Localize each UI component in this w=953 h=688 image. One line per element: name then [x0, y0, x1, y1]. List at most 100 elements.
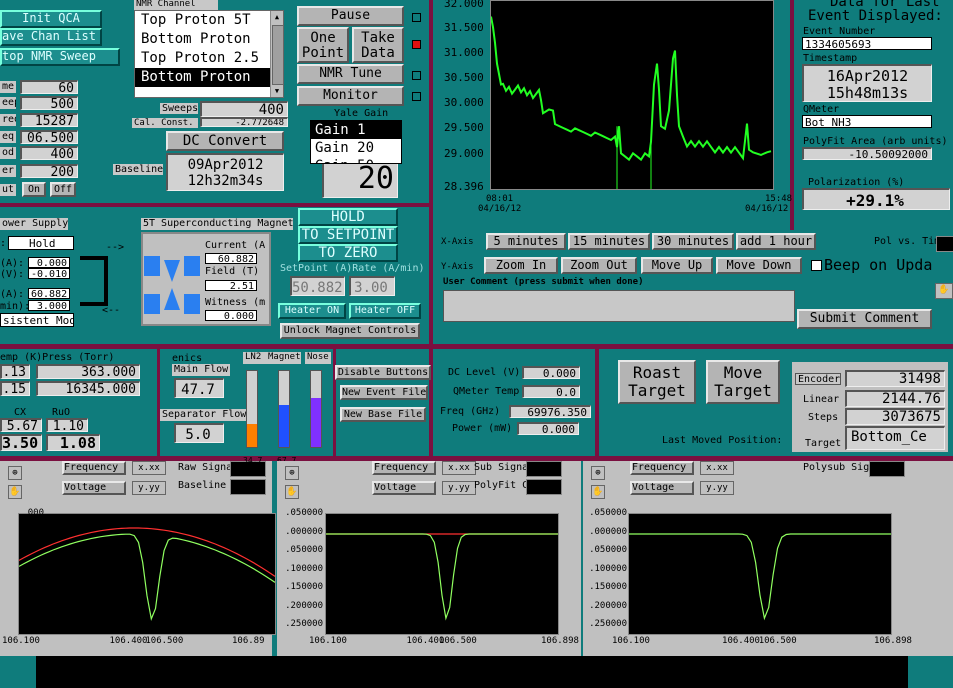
ps-mode-field[interactable]: Hold	[8, 236, 74, 250]
heater-off-button[interactable]: Heater OFF	[349, 303, 421, 319]
voltage-button[interactable]: Voltage	[372, 481, 436, 495]
nose-fill	[311, 397, 321, 447]
take-data-indicator	[412, 40, 421, 49]
x-scale-icon[interactable]: x.xx	[132, 461, 166, 475]
x-axis-button[interactable]: 30 minutes	[652, 233, 734, 250]
polarization-trace	[490, 16, 772, 162]
y-scale-icon[interactable]: y.yy	[700, 481, 734, 495]
frequency-button[interactable]: Frequency	[62, 461, 126, 475]
strip-y-tick: 29.000	[444, 147, 484, 160]
y-scale-icon[interactable]: y.yy	[442, 481, 476, 495]
new-event-file-button[interactable]: New Event File	[340, 385, 428, 400]
hand-icon[interactable]: ✋	[935, 283, 953, 299]
roast-target-button[interactable]: Roast Target	[618, 360, 696, 404]
plot-x-tick: 106.89	[232, 636, 265, 646]
param-field[interactable]: 15287	[20, 113, 78, 127]
baseline-time: 12h32m34s	[187, 173, 264, 189]
plot-top-tick: 34.7	[243, 456, 263, 465]
frequency-button[interactable]: Frequency	[630, 461, 694, 475]
persistent-mode-field[interactable]: sistent Mode	[0, 313, 74, 327]
init-qca-button[interactable]: Init QCA	[0, 10, 102, 28]
new-base-file-button[interactable]: New Base File	[340, 407, 426, 422]
y-scale-icon[interactable]: y.yy	[132, 481, 166, 495]
y-axis-button[interactable]: Move Up	[641, 257, 713, 274]
zoom-icon[interactable]: ⊕	[8, 466, 22, 480]
sweeps-field[interactable]: 400	[200, 101, 288, 117]
ruo-field-1: 1.10	[46, 418, 88, 432]
hold-button[interactable]: HOLD	[298, 208, 398, 226]
nmr-channel-item[interactable]: Bottom Proton	[135, 68, 271, 87]
setpoint-field[interactable]: 50.882	[290, 276, 345, 296]
legend-swatch	[526, 479, 562, 495]
y-axis-button[interactable]: Zoom Out	[561, 257, 637, 274]
to-setpoint-button[interactable]: TO SETPOINT	[298, 226, 398, 244]
monitor-button[interactable]: Monitor	[297, 86, 404, 106]
x-scale-icon[interactable]: x.xx	[700, 461, 734, 475]
scroll-up-icon[interactable]: ▲	[272, 12, 282, 22]
signal-curve	[326, 533, 558, 621]
voltage-button[interactable]: Voltage	[630, 481, 694, 495]
to-zero-button[interactable]: TO ZERO	[298, 244, 398, 262]
rate-field[interactable]: 3.00	[349, 276, 395, 296]
y-axis-button[interactable]: Zoom In	[484, 257, 558, 274]
current-label: Current (A	[205, 240, 266, 251]
hand-icon[interactable]: ✋	[591, 485, 605, 499]
nmr-channel-item[interactable]: Bottom Proton	[135, 30, 271, 49]
param-label: req	[0, 114, 16, 126]
yale-gain-title: Yale Gain	[334, 108, 389, 119]
x-scale-icon[interactable]: x.xx	[442, 461, 476, 475]
nmr-channel-list[interactable]: Top Proton 5T Bottom Proton Top Proton 2.5…	[134, 10, 284, 98]
beep-checkbox[interactable]	[811, 260, 822, 271]
zoom-icon[interactable]: ⊕	[591, 466, 605, 480]
scrollbar[interactable]: ▲ ▼	[270, 11, 284, 97]
param-field[interactable]: 400	[20, 146, 78, 160]
hand-icon[interactable]: ✋	[8, 485, 22, 499]
stop-nmr-sweep-button[interactable]: top NMR Sweep	[0, 48, 120, 66]
scroll-thumb[interactable]	[272, 25, 284, 85]
param-field[interactable]: 06.500	[20, 130, 78, 144]
on-button[interactable]: On	[22, 182, 46, 197]
temp-r1a: .13	[0, 364, 30, 379]
event-time: 15h48m13s	[826, 84, 909, 102]
baseline-curve	[19, 527, 275, 577]
nmr-channel-item[interactable]: Top Proton 2.5	[135, 49, 271, 68]
x-axis-button[interactable]: add 1 hour	[736, 233, 816, 250]
save-chan-list-button[interactable]: ave Chan List	[0, 28, 102, 46]
y-axis-button[interactable]: Move Down	[716, 257, 802, 274]
pause-button[interactable]: Pause	[297, 6, 404, 26]
setpoint-rate-label: SetPoint (A)Rate (A/min)	[280, 263, 425, 274]
param-label: me	[0, 81, 16, 93]
heater-on-button[interactable]: Heater ON	[278, 303, 346, 319]
nmr-tune-button[interactable]: NMR Tune	[297, 64, 404, 84]
voltage-button[interactable]: Voltage	[62, 481, 126, 495]
x-axis-button[interactable]: 5 minutes	[486, 233, 566, 250]
ln2-label: LN2	[243, 352, 267, 364]
cal-const-field: -2.772648	[200, 117, 288, 127]
param-field[interactable]: 200	[20, 164, 78, 178]
one-point-button[interactable]: One Point	[297, 27, 349, 63]
nmr-channel-item[interactable]: Top Proton 5T	[135, 11, 271, 30]
zoom-icon[interactable]: ⊕	[285, 466, 299, 480]
submit-comment-button[interactable]: Submit Comment	[797, 309, 932, 329]
take-data-button[interactable]: Take Data	[352, 27, 404, 63]
ps-field-4: 3.000	[28, 300, 70, 311]
param-field[interactable]: 500	[20, 96, 78, 110]
hand-icon[interactable]: ✋	[285, 485, 299, 499]
yale-gain-dropdown[interactable]: Gain 1Gain 20Gain 50	[310, 120, 402, 164]
plot-y-tick: .250000	[589, 619, 627, 629]
yale-gain-item[interactable]: Gain 50	[311, 157, 401, 163]
nmr-channel-title: NMR Channel	[134, 0, 218, 10]
scroll-down-icon[interactable]: ▼	[272, 86, 282, 96]
x-axis-button[interactable]: 15 minutes	[568, 233, 650, 250]
off-button[interactable]: Off	[50, 182, 76, 197]
disable-buttons-button[interactable]: Disable Buttons	[335, 365, 431, 380]
dc-convert-button[interactable]: DC Convert	[166, 131, 284, 151]
param-field[interactable]: 60	[20, 80, 78, 94]
unlock-magnet-button[interactable]: Unlock Magnet Controls	[280, 323, 420, 339]
qmeter-label: QMeter	[803, 104, 840, 115]
yale-gain-item[interactable]: Gain 1	[311, 121, 401, 139]
yale-gain-item[interactable]: Gain 20	[311, 139, 401, 157]
frequency-button[interactable]: Frequency	[372, 461, 436, 475]
move-target-button[interactable]: Move Target	[706, 360, 780, 404]
comment-input[interactable]	[443, 290, 795, 322]
